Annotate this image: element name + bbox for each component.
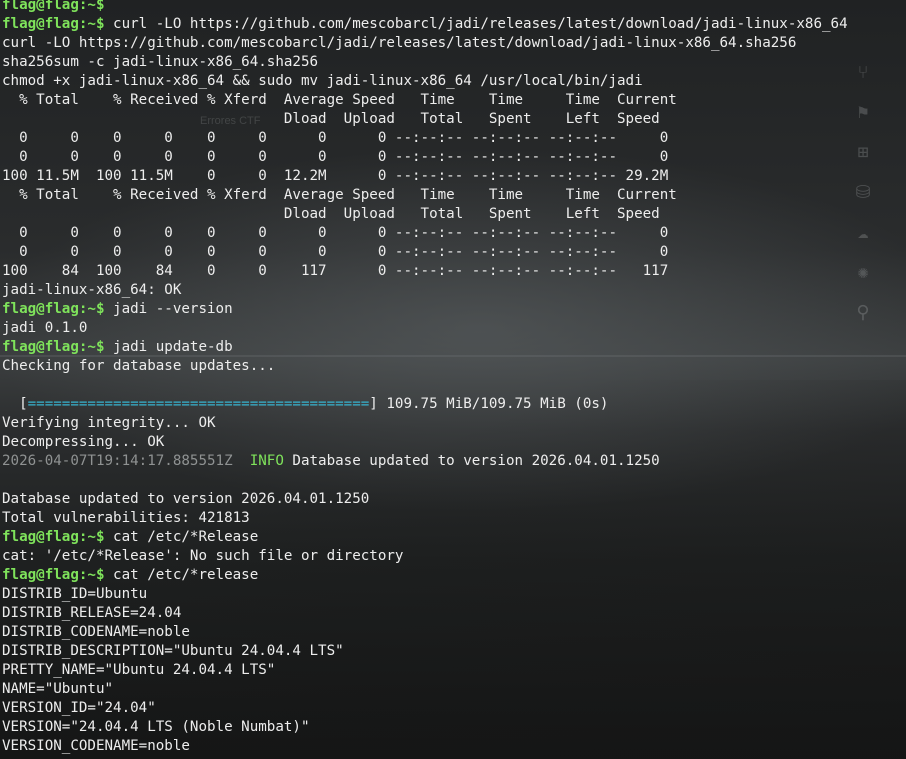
terminal-line: DISTRIB_ID=Ubuntu xyxy=(2,585,906,604)
output-text: curl -LO https://github.com/mescobarcl/j… xyxy=(2,35,797,51)
shell-prompt: flag@flag:~$ xyxy=(2,0,105,13)
output-text: % Total % Received % Xferd Average Speed… xyxy=(2,92,677,108)
terminal-line: 100 84 100 84 0 0 117 0 --:--:-- --:--:-… xyxy=(2,262,906,281)
progress-bar: ======================================== xyxy=(27,396,370,412)
output-text: VERSION="24.04.4 LTS (Noble Numbat)" xyxy=(2,719,310,735)
terminal-line: VERSION_CODENAME=noble xyxy=(2,737,906,756)
terminal-line: % Total % Received % Xferd Average Speed… xyxy=(2,91,906,110)
output-text: Total vulnerabilities: 421813 xyxy=(2,510,250,526)
output-text: PRETTY_NAME="Ubuntu 24.04.4 LTS" xyxy=(2,662,276,678)
shell-prompt: flag@flag:~$ xyxy=(2,16,105,32)
output-text: 0 0 0 0 0 0 0 0 --:--:-- --:--:-- --:--:… xyxy=(2,149,669,165)
terminal-line: 0 0 0 0 0 0 0 0 --:--:-- --:--:-- --:--:… xyxy=(2,129,906,148)
progress-status: ] 109.75 MiB/109.75 MiB (0s) xyxy=(369,396,609,412)
log-timestamp: 2026-04-07T19:14:17.885551Z xyxy=(2,453,233,469)
output-text: jadi 0.1.0 xyxy=(2,320,88,336)
terminal-line: Decompressing... OK xyxy=(2,433,906,452)
terminal-line: [=======================================… xyxy=(2,395,906,414)
output-text: Decompressing... OK xyxy=(2,434,165,450)
output-text: 0 0 0 0 0 0 0 0 --:--:-- --:--:-- --:--:… xyxy=(2,130,669,146)
terminal-line: VERSION_ID="24.04" xyxy=(2,699,906,718)
output-text: Verifying integrity... OK xyxy=(2,415,216,431)
terminal-line: jadi-linux-x86_64: OK xyxy=(2,281,906,300)
terminal-line: Total vulnerabilities: 421813 xyxy=(2,509,906,528)
output-text: DISTRIB_CODENAME=noble xyxy=(2,624,190,640)
output-text: 0 0 0 0 0 0 0 0 --:--:-- --:--:-- --:--:… xyxy=(2,225,669,241)
output-text: cat: '/etc/*Release': No such file or di… xyxy=(2,548,404,564)
command-text: jadi update-db xyxy=(104,339,233,355)
terminal-line: flag@flag:~$ cat /etc/*Release xyxy=(2,528,906,547)
command-text: curl -LO https://github.com/mescobarcl/j… xyxy=(104,16,848,32)
terminal-line: jadi 0.1.0 xyxy=(2,319,906,338)
terminal-line: 0 0 0 0 0 0 0 0 --:--:-- --:--:-- --:--:… xyxy=(2,148,906,167)
terminal-line: flag@flag:~$ curl -LO https://github.com… xyxy=(2,15,906,34)
output-text: VERSION_CODENAME=noble xyxy=(2,738,190,754)
terminal-line: DISTRIB_RELEASE=24.04 xyxy=(2,604,906,623)
terminal-line: DISTRIB_CODENAME=noble xyxy=(2,623,906,642)
terminal-line: Checking for database updates... xyxy=(2,357,906,376)
command-text: cat /etc/*Release xyxy=(104,529,259,545)
output-text: DISTRIB_DESCRIPTION="Ubuntu 24.04.4 LTS" xyxy=(2,643,344,659)
log-message: Database updated to version 2026.04.01.1… xyxy=(283,453,660,469)
terminal-line: Database updated to version 2026.04.01.1… xyxy=(2,490,906,509)
command-text: jadi --version xyxy=(104,301,233,317)
output-text: Dload Upload Total Spent Left Speed xyxy=(2,111,660,127)
terminal-output[interactable]: flag@flag:~$ flag@flag:~$ curl -LO https:… xyxy=(2,0,906,756)
output-text: DISTRIB_ID=Ubuntu xyxy=(2,586,148,602)
terminal-line: flag@flag:~$ jadi update-db xyxy=(2,338,906,357)
output-text: sha256sum -c jadi-linux-x86_64.sha256 xyxy=(2,54,319,70)
output-text: chmod +x jadi-linux-x86_64 && sudo mv ja… xyxy=(2,73,643,89)
output-text: % Total % Received % Xferd Average Speed… xyxy=(2,187,677,203)
progress-open: [ xyxy=(2,396,28,412)
terminal-line: flag@flag:~$ xyxy=(2,0,906,15)
shell-prompt: flag@flag:~$ xyxy=(2,567,105,583)
terminal-line: curl -LO https://github.com/mescobarcl/j… xyxy=(2,34,906,53)
output-text: NAME="Ubuntu" xyxy=(2,681,114,697)
terminal-line: DISTRIB_DESCRIPTION="Ubuntu 24.04.4 LTS" xyxy=(2,642,906,661)
terminal-line: chmod +x jadi-linux-x86_64 && sudo mv ja… xyxy=(2,72,906,91)
terminal-line: 100 11.5M 100 11.5M 0 0 12.2M 0 --:--:--… xyxy=(2,167,906,186)
shell-prompt: flag@flag:~$ xyxy=(2,301,105,317)
output-text: 100 11.5M 100 11.5M 0 0 12.2M 0 --:--:--… xyxy=(2,168,669,184)
terminal-line: PRETTY_NAME="Ubuntu 24.04.4 LTS" xyxy=(2,661,906,680)
output-text: Checking for database updates... xyxy=(2,358,276,374)
output-text: 0 0 0 0 0 0 0 0 --:--:-- --:--:-- --:--:… xyxy=(2,244,669,260)
terminal-line: flag@flag:~$ jadi --version xyxy=(2,300,906,319)
command-text: cat /etc/*release xyxy=(104,567,259,583)
output-text: Database updated to version 2026.04.01.1… xyxy=(2,491,370,507)
terminal-line: flag@flag:~$ cat /etc/*release xyxy=(2,566,906,585)
output-text: 100 84 100 84 0 0 117 0 --:--:-- --:--:-… xyxy=(2,263,669,279)
output-text: DISTRIB_RELEASE=24.04 xyxy=(2,605,182,621)
terminal-line: NAME="Ubuntu" xyxy=(2,680,906,699)
terminal-line: sha256sum -c jadi-linux-x86_64.sha256 xyxy=(2,53,906,72)
terminal-line: 0 0 0 0 0 0 0 0 --:--:-- --:--:-- --:--:… xyxy=(2,243,906,262)
terminal-line: Verifying integrity... OK xyxy=(2,414,906,433)
terminal-line: Dload Upload Total Spent Left Speed xyxy=(2,205,906,224)
terminal-line: VERSION="24.04.4 LTS (Noble Numbat)" xyxy=(2,718,906,737)
log-level: INFO xyxy=(249,453,284,469)
output-text: jadi-linux-x86_64: OK xyxy=(2,282,182,298)
terminal-line: 2026-04-07T19:14:17.885551Z INFO Databas… xyxy=(2,452,906,471)
shell-prompt: flag@flag:~$ xyxy=(2,529,105,545)
terminal-line: 0 0 0 0 0 0 0 0 --:--:-- --:--:-- --:--:… xyxy=(2,224,906,243)
shell-prompt: flag@flag:~$ xyxy=(2,339,105,355)
terminal-line: Dload Upload Total Spent Left Speed xyxy=(2,110,906,129)
output-text: Dload Upload Total Spent Left Speed xyxy=(2,206,660,222)
terminal-line: cat: '/etc/*Release': No such file or di… xyxy=(2,547,906,566)
output-text: VERSION_ID="24.04" xyxy=(2,700,156,716)
terminal-line: % Total % Received % Xferd Average Speed… xyxy=(2,186,906,205)
